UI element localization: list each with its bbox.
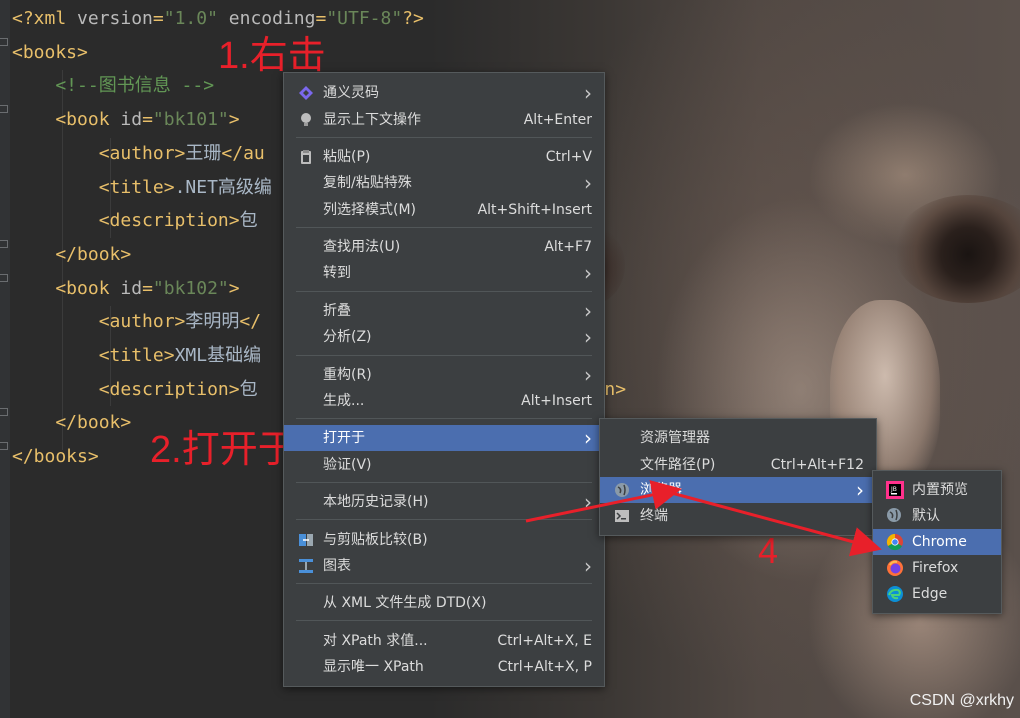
annotation-arrows [525,480,882,557]
arrow-to-chrome [667,490,882,557]
arrow-to-browser [525,480,682,523]
watermark: CSDN @xrkhy [909,692,1014,709]
